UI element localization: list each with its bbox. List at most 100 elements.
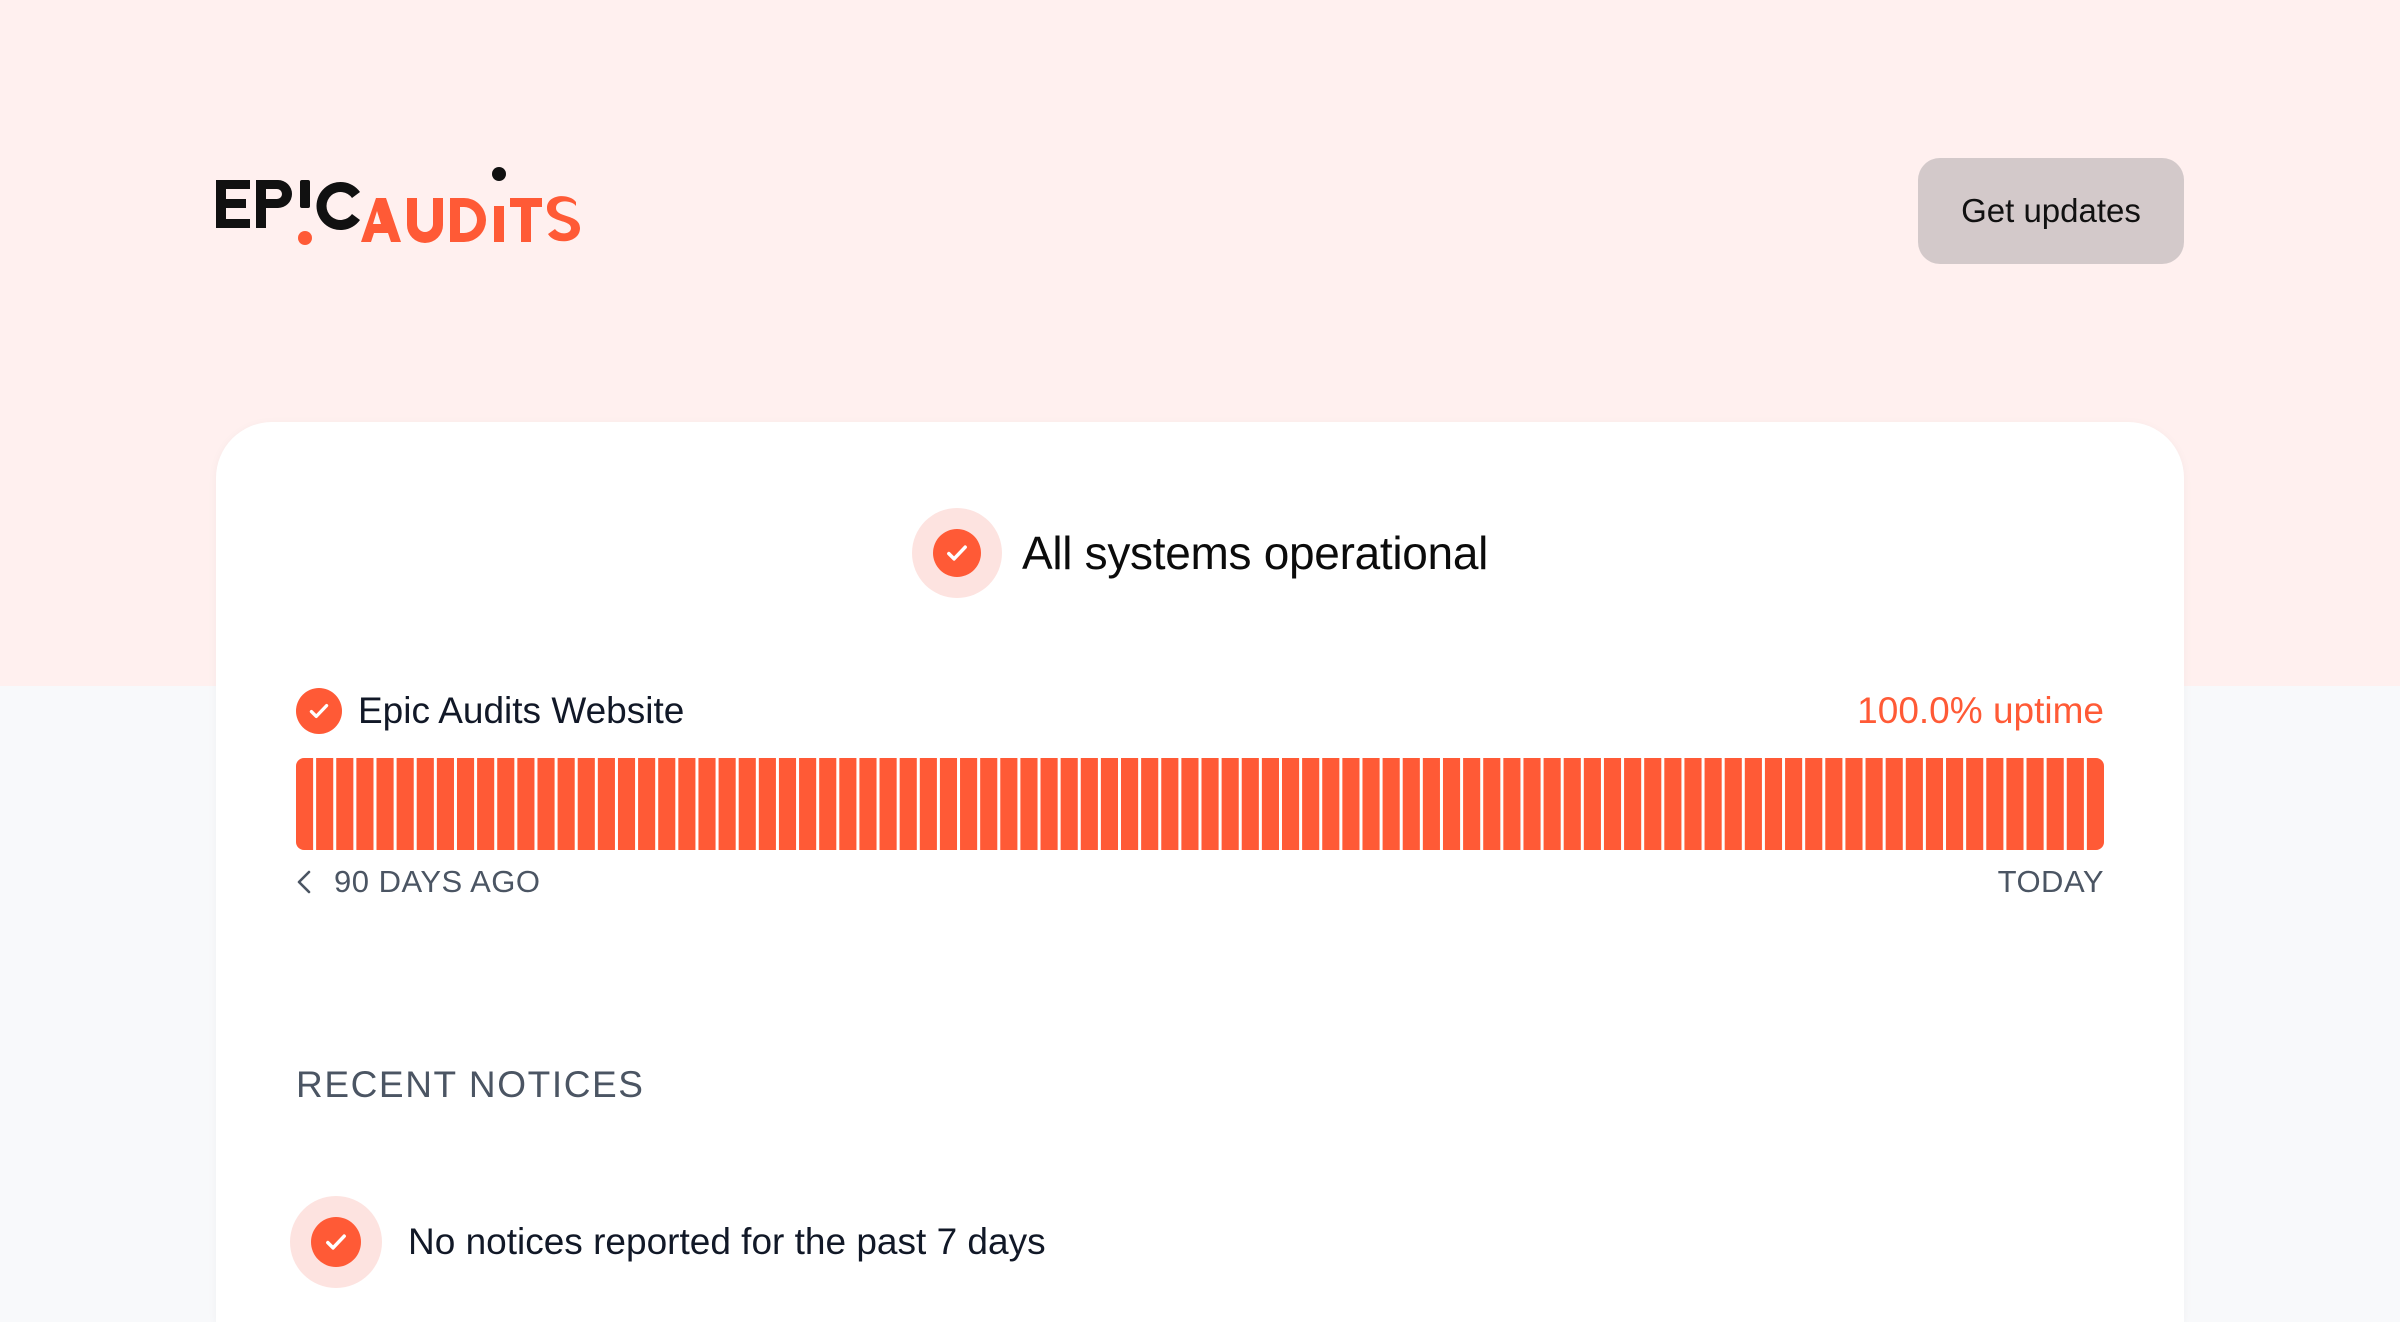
uptime-day-segment[interactable]: [477, 758, 495, 850]
uptime-day-segment[interactable]: [698, 758, 716, 850]
uptime-day-segment[interactable]: [597, 758, 615, 850]
uptime-day-segment[interactable]: [1805, 758, 1823, 850]
uptime-day-segment[interactable]: [1040, 758, 1058, 850]
uptime-day-segment[interactable]: [1181, 758, 1199, 850]
uptime-day-segment[interactable]: [436, 758, 454, 850]
uptime-day-segment[interactable]: [879, 758, 897, 850]
uptime-day-segment[interactable]: [1543, 758, 1561, 850]
uptime-day-segment[interactable]: [1684, 758, 1702, 850]
uptime-day-segment[interactable]: [1483, 758, 1501, 850]
uptime-day-segment[interactable]: [376, 758, 394, 850]
uptime-day-segment[interactable]: [2046, 758, 2064, 850]
uptime-day-segment[interactable]: [537, 758, 555, 850]
uptime-day-segment[interactable]: [296, 758, 314, 850]
uptime-day-segment[interactable]: [1281, 758, 1300, 850]
uptime-day-segment[interactable]: [2066, 758, 2084, 850]
uptime-day-segment[interactable]: [1704, 758, 1722, 850]
get-updates-button[interactable]: Get updates: [1918, 158, 2184, 264]
uptime-day-segment[interactable]: [799, 758, 817, 850]
uptime-day-segment[interactable]: [1302, 758, 1320, 850]
status-card: All systems operational Epic Audits Webs…: [216, 422, 2184, 1322]
uptime-day-segment[interactable]: [638, 758, 656, 850]
uptime-day-segment[interactable]: [899, 758, 917, 850]
uptime-day-segment[interactable]: [1322, 758, 1340, 850]
uptime-day-segment[interactable]: [557, 758, 575, 850]
uptime-day-segment[interactable]: [678, 758, 696, 850]
uptime-day-segment[interactable]: [1422, 758, 1440, 850]
uptime-day-segment[interactable]: [1000, 758, 1018, 850]
uptime-day-segment[interactable]: [416, 758, 434, 850]
uptime-day-segment[interactable]: [1141, 758, 1159, 850]
uptime-day-segment[interactable]: [1060, 758, 1078, 850]
uptime-day-segment[interactable]: [1121, 758, 1139, 850]
uptime-day-segment[interactable]: [1100, 758, 1119, 850]
uptime-day-segment[interactable]: [859, 758, 877, 850]
uptime-day-segment[interactable]: [1583, 758, 1601, 850]
uptime-day-segment[interactable]: [839, 758, 857, 850]
uptime-day-segment[interactable]: [1503, 758, 1521, 850]
uptime-day-segment[interactable]: [316, 758, 334, 850]
uptime-day-segment[interactable]: [1261, 758, 1279, 850]
uptime-day-segment[interactable]: [778, 758, 797, 850]
uptime-day-segment[interactable]: [2026, 758, 2044, 850]
uptime-day-segment[interactable]: [758, 758, 776, 850]
uptime-day-segment[interactable]: [1724, 758, 1742, 850]
uptime-day-segment[interactable]: [980, 758, 998, 850]
uptime-day-segment[interactable]: [1382, 758, 1400, 850]
uptime-day-segment[interactable]: [1463, 758, 1481, 850]
uptime-day-segment[interactable]: [1241, 758, 1259, 850]
uptime-day-segment[interactable]: [1946, 758, 1964, 850]
uptime-day-segment[interactable]: [1764, 758, 1783, 850]
uptime-day-segment[interactable]: [2006, 758, 2024, 850]
uptime-day-segment[interactable]: [396, 758, 414, 850]
check-circle-icon: [290, 1196, 382, 1288]
chevron-left-icon[interactable]: [296, 869, 312, 895]
uptime-day-segment[interactable]: [1865, 758, 1883, 850]
uptime-day-segment[interactable]: [1986, 758, 2004, 850]
uptime-day-segment[interactable]: [497, 758, 515, 850]
uptime-day-segment[interactable]: [819, 758, 837, 850]
uptime-day-segment[interactable]: [919, 758, 937, 850]
uptime-day-segment[interactable]: [1080, 758, 1098, 850]
uptime-day-segment[interactable]: [1966, 758, 1984, 850]
uptime-day-segment[interactable]: [1905, 758, 1923, 850]
uptime-day-segment[interactable]: [577, 758, 595, 850]
uptime-day-segment[interactable]: [517, 758, 535, 850]
uptime-day-segment[interactable]: [738, 758, 756, 850]
uptime-range: 90 DAYS AGO TODAY: [296, 860, 2104, 904]
epic-audits-logo[interactable]: [214, 166, 604, 250]
uptime-day-segment[interactable]: [456, 758, 475, 850]
uptime-day-segment[interactable]: [1744, 758, 1762, 850]
uptime-day-segment[interactable]: [718, 758, 736, 850]
uptime-day-segment[interactable]: [1603, 758, 1622, 850]
uptime-day-segment[interactable]: [1442, 758, 1461, 850]
notice-item: No notices reported for the past 7 days: [290, 1194, 1046, 1290]
uptime-day-segment[interactable]: [1624, 758, 1642, 850]
uptime-day-segment[interactable]: [1644, 758, 1662, 850]
uptime-day-segment[interactable]: [1785, 758, 1803, 850]
uptime-day-segment[interactable]: [658, 758, 676, 850]
uptime-day-segment[interactable]: [1885, 758, 1903, 850]
component-name: Epic Audits Website: [358, 690, 685, 731]
uptime-day-segment[interactable]: [1523, 758, 1541, 850]
uptime-day-segment[interactable]: [1342, 758, 1360, 850]
uptime-day-segment[interactable]: [1362, 758, 1380, 850]
uptime-day-segment[interactable]: [1221, 758, 1239, 850]
uptime-day-segment[interactable]: [1925, 758, 1944, 850]
uptime-day-segment[interactable]: [1201, 758, 1219, 850]
uptime-day-segment[interactable]: [1020, 758, 1038, 850]
uptime-day-segment[interactable]: [617, 758, 636, 850]
uptime-day-segment[interactable]: [1664, 758, 1682, 850]
overall-status: All systems operational: [216, 508, 2184, 598]
uptime-day-segment[interactable]: [939, 758, 958, 850]
uptime-day-segment[interactable]: [2086, 758, 2104, 850]
uptime-day-segment[interactable]: [960, 758, 978, 850]
uptime-day-segment[interactable]: [1845, 758, 1863, 850]
uptime-bar: [296, 758, 2104, 850]
uptime-day-segment[interactable]: [1161, 758, 1179, 850]
uptime-day-segment[interactable]: [336, 758, 354, 850]
uptime-day-segment[interactable]: [1402, 758, 1420, 850]
uptime-day-segment[interactable]: [1825, 758, 1843, 850]
uptime-day-segment[interactable]: [1563, 758, 1581, 850]
uptime-day-segment[interactable]: [356, 758, 374, 850]
